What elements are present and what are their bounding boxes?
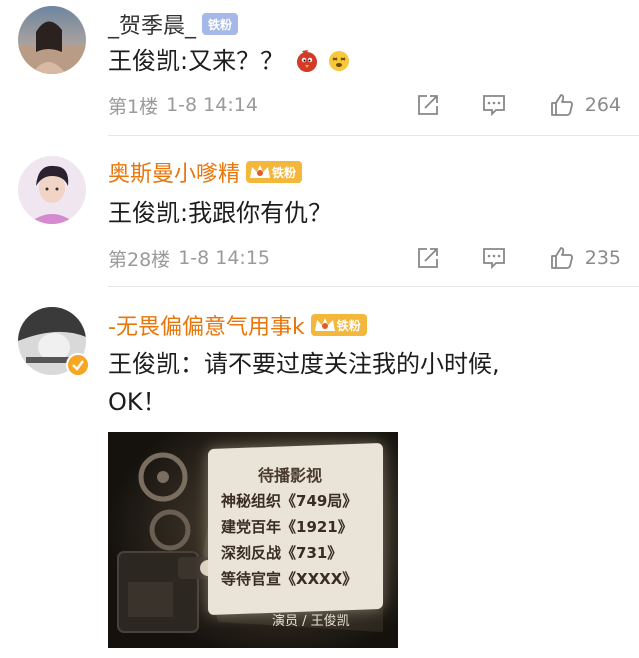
crown-icon bbox=[314, 318, 335, 331]
fan-badge: 铁粉 bbox=[310, 314, 367, 336]
like-icon[interactable] bbox=[549, 92, 575, 118]
share-icon[interactable] bbox=[415, 92, 441, 118]
floor-number: 第28楼 bbox=[108, 248, 171, 271]
film-line: 深刻反战《731》 bbox=[221, 544, 343, 562]
avatar[interactable] bbox=[18, 156, 86, 224]
fan-badge-label: 铁粉 bbox=[336, 318, 361, 333]
comment-icon[interactable] bbox=[481, 92, 507, 118]
film-credit: 演员 / 王俊凯 bbox=[272, 614, 350, 629]
fan-badge: 铁粉 bbox=[202, 13, 239, 35]
comment-text-line: 王俊凯：请不要过度关注我的小时候, bbox=[108, 350, 500, 378]
comment-text: 王俊凯:我跟你有仇？ bbox=[108, 199, 333, 227]
fan-badge-label: 铁粉 bbox=[272, 165, 297, 180]
comment-time: 1-8 14:14 bbox=[166, 94, 258, 116]
comment-icon[interactable] bbox=[481, 245, 507, 271]
comment-item: 奥斯曼小嗲精 铁粉 王俊凯:我跟你有仇？ 第28楼 1-8 14:15 235 bbox=[0, 136, 639, 287]
username[interactable]: 奥斯曼小嗲精 bbox=[108, 156, 240, 188]
like-count: 235 bbox=[584, 247, 621, 269]
film-line: 建党百年《1921》 bbox=[221, 518, 353, 536]
dizzy-face-emoji-icon bbox=[329, 51, 350, 71]
comment-text-row: 王俊凯:又来？？ bbox=[108, 42, 351, 80]
like-icon[interactable] bbox=[549, 245, 575, 271]
comment-text: 王俊凯:又来？？ bbox=[108, 47, 285, 75]
comment-text-line: OK！ bbox=[108, 388, 167, 416]
fan-badge: 铁粉 bbox=[246, 161, 303, 183]
verified-badge-icon bbox=[66, 353, 90, 377]
username[interactable]: -无畏偏偏意气用事k bbox=[108, 309, 305, 341]
comment-image[interactable]: 待播影视 神秘组织《749局》 建党百年《1921》 深刻反战《731》 等待官… bbox=[108, 432, 398, 648]
username[interactable]: _贺季晨_ bbox=[108, 8, 196, 40]
comment-text: 王俊凯：请不要过度关注我的小时候, OK！ bbox=[108, 345, 500, 421]
like-count: 264 bbox=[584, 94, 621, 116]
film-heading: 待播影视 bbox=[258, 466, 323, 485]
angry-bird-emoji-icon bbox=[296, 50, 317, 72]
crown-icon bbox=[250, 165, 271, 178]
comment-time: 1-8 14:15 bbox=[178, 247, 271, 269]
film-line: 等待官宣《XXXX》 bbox=[221, 570, 358, 588]
avatar[interactable] bbox=[18, 6, 86, 74]
film-line: 神秘组织《749局》 bbox=[221, 492, 358, 510]
floor-number: 第1楼 bbox=[108, 95, 159, 118]
comment-item: _贺季晨_ 铁粉 王俊凯:又来？？ 第1楼 1-8 14:14 264 bbox=[0, 0, 639, 136]
share-icon[interactable] bbox=[415, 245, 441, 271]
